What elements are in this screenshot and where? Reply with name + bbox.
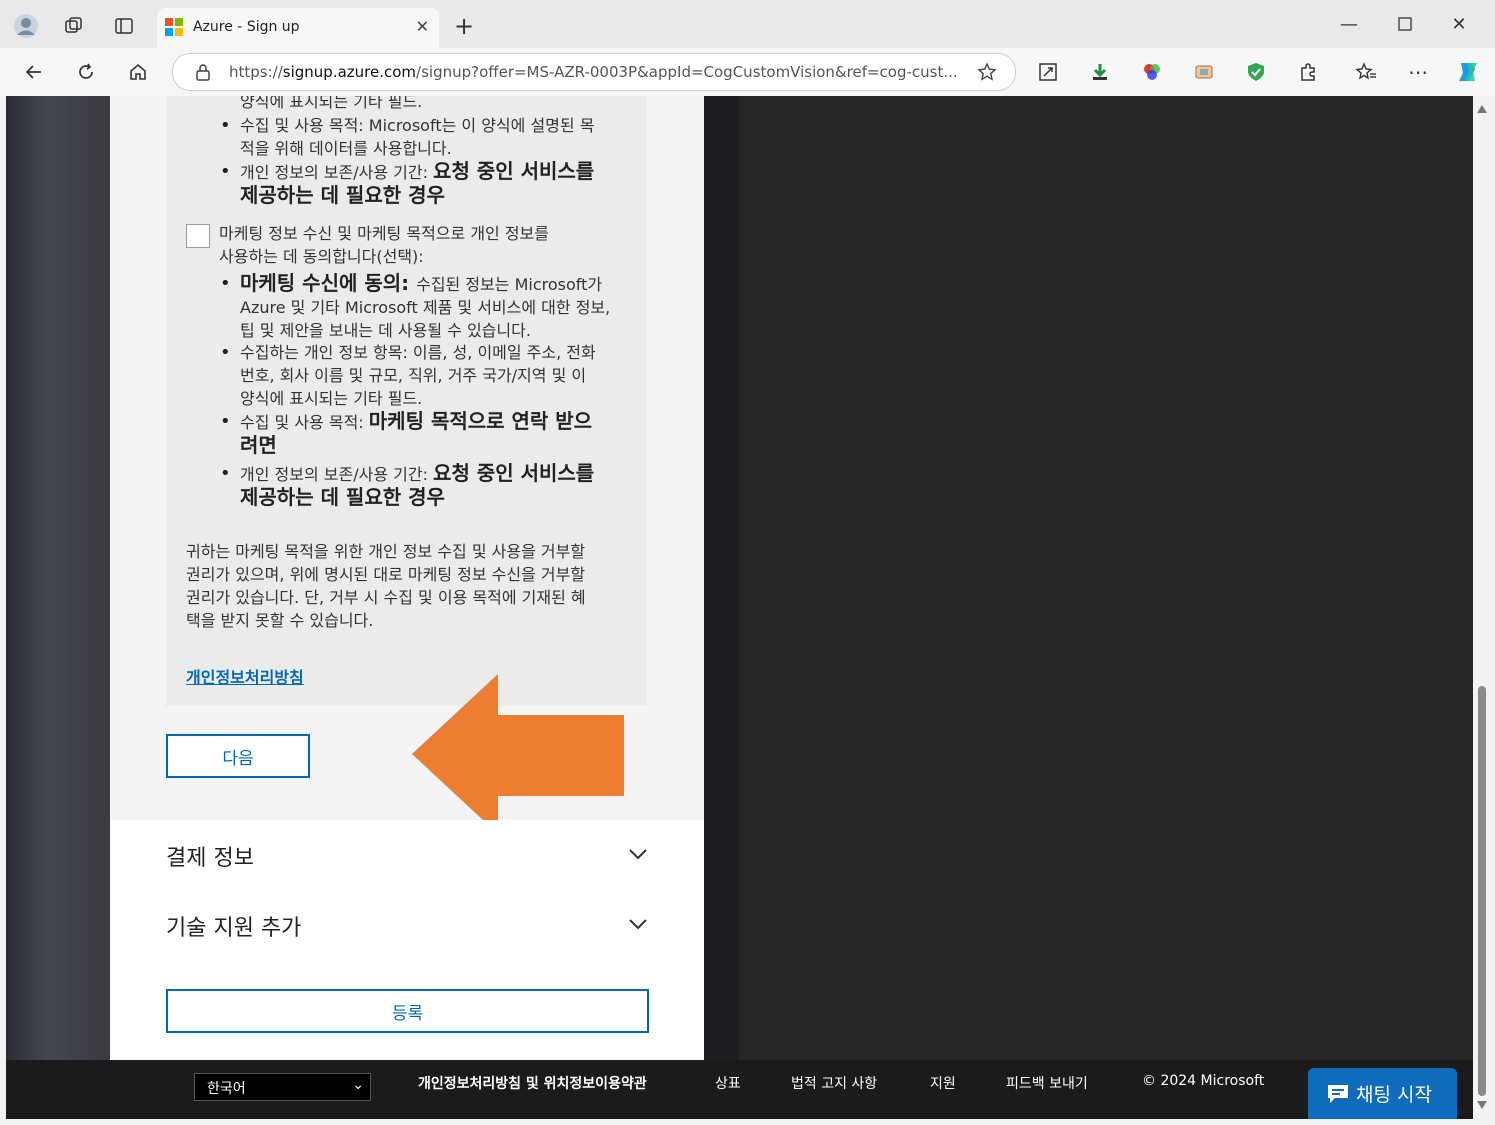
footer-link-support[interactable]: 지원 bbox=[930, 1073, 956, 1093]
page-background-left bbox=[6, 96, 110, 1060]
tech-support-heading[interactable]: 기술 지원 추가 bbox=[166, 910, 301, 942]
chat-bubble-icon bbox=[1328, 1084, 1348, 1103]
extensions-icon[interactable] bbox=[1296, 60, 1320, 84]
register-button[interactable]: 등록 bbox=[166, 989, 649, 1033]
marketing-bullet-purpose: 수집 및 사용 목적: 마케팅 목적으로 연락 받으려면 bbox=[220, 410, 640, 458]
marketing-bullet-consent: 마케팅 수신에 동의: 수집된 정보는 Microsoft가Azure 및 기타… bbox=[220, 272, 640, 342]
chevron-down-icon: ⌄ bbox=[352, 1077, 364, 1093]
close-tab-icon[interactable]: ✕ bbox=[416, 17, 429, 36]
refresh-icon[interactable] bbox=[74, 60, 98, 84]
scroll-up-arrow-icon[interactable] bbox=[1476, 104, 1488, 114]
footer-link-feedback[interactable]: 피드백 보내기 bbox=[1006, 1073, 1088, 1093]
vertical-scrollbar[interactable] bbox=[1473, 96, 1495, 1119]
window-controls: — ✕ bbox=[1325, 0, 1495, 48]
immersive-reader-icon[interactable] bbox=[1036, 60, 1060, 84]
consent-text-top: 양식에 표시되는 기타 필드. bbox=[240, 96, 423, 111]
chevron-down-icon[interactable] bbox=[628, 844, 648, 864]
tab-actions-icon[interactable] bbox=[112, 14, 136, 38]
footer-link-legal[interactable]: 법적 고지 사항 bbox=[791, 1073, 877, 1093]
footer-copyright: © 2024 Microsoft bbox=[1142, 1073, 1265, 1089]
footer-link-privacy[interactable]: 개인정보처리방침 및 위치정보이용약관 bbox=[418, 1073, 647, 1093]
consent-bullet-retention: 개인 정보의 보존/사용 기간: 요청 중인 서비스를제공하는 데 필요한 경우 bbox=[220, 160, 640, 208]
home-icon[interactable] bbox=[126, 60, 150, 84]
workspaces-icon[interactable] bbox=[62, 14, 86, 38]
tab-title: Azure - Sign up bbox=[193, 19, 300, 35]
scrollbar-thumb[interactable] bbox=[1478, 686, 1486, 1096]
new-tab-icon[interactable]: + bbox=[452, 12, 476, 40]
marketing-consent-checkbox[interactable] bbox=[186, 224, 210, 248]
navigation-bar: https://signup.azure.com/signup?offer=MS… bbox=[0, 48, 1495, 96]
accordion-section: 결제 정보 기술 지원 추가 등록 bbox=[110, 820, 704, 1060]
shield-icon[interactable] bbox=[1244, 60, 1268, 84]
minimize-icon[interactable]: — bbox=[1337, 12, 1361, 36]
profile-avatar[interactable] bbox=[12, 12, 40, 40]
next-button[interactable]: 다음 bbox=[166, 734, 310, 778]
privacy-consent-panel: 양식에 표시되는 기타 필드. 수집 및 사용 목적: Microsoft는 이… bbox=[166, 96, 647, 706]
address-bar[interactable]: https://signup.azure.com/signup?offer=MS… bbox=[172, 53, 1016, 91]
footer-link-trademarks[interactable]: 상표 bbox=[715, 1073, 741, 1093]
color-picker-icon[interactable] bbox=[1140, 60, 1164, 84]
screenshot-extension-icon[interactable] bbox=[1192, 60, 1216, 84]
maximize-icon[interactable] bbox=[1393, 12, 1417, 36]
more-menu-icon[interactable]: ⋯ bbox=[1406, 60, 1430, 84]
chevron-down-icon[interactable] bbox=[628, 914, 648, 934]
chat-start-button[interactable]: 채팅 시작 bbox=[1308, 1068, 1457, 1119]
marketing-bullet-retention: 개인 정보의 보존/사용 기간: 요청 중인 서비스를제공하는 데 필요한 경우 bbox=[220, 462, 640, 510]
url-text[interactable]: https://signup.azure.com/signup?offer=MS… bbox=[229, 63, 959, 81]
favorites-icon[interactable] bbox=[1354, 60, 1378, 84]
signup-form-column: 양식에 표시되는 기타 필드. 수집 및 사용 목적: Microsoft는 이… bbox=[110, 96, 704, 1060]
microsoft-logo-icon bbox=[165, 18, 183, 36]
marketing-bullet-items: 수집하는 개인 정보 항목: 이름, 성, 이메일 주소, 전화번호, 회사 이… bbox=[220, 341, 640, 410]
close-window-icon[interactable]: ✕ bbox=[1447, 12, 1471, 36]
favorite-star-icon[interactable] bbox=[975, 60, 999, 84]
back-icon[interactable] bbox=[22, 60, 46, 84]
refusal-notice: 귀하는 마케팅 목적을 위한 개인 정보 수집 및 사용을 거부할 권리가 있으며… bbox=[186, 542, 586, 630]
lock-icon[interactable] bbox=[193, 62, 213, 82]
tab-strip: Azure - Sign up ✕ + — ✕ bbox=[0, 0, 1495, 48]
tab-azure-signup[interactable]: Azure - Sign up ✕ bbox=[157, 8, 439, 48]
payment-info-heading[interactable]: 결제 정보 bbox=[166, 840, 254, 872]
copilot-icon[interactable] bbox=[1454, 58, 1482, 86]
page-background-divider bbox=[704, 96, 739, 1060]
page-viewport: 양식에 표시되는 기타 필드. 수집 및 사용 목적: Microsoft는 이… bbox=[6, 96, 1473, 1119]
marketing-consent-label: 마케팅 정보 수신 및 마케팅 목적으로 개인 정보를 사용하는 데 동의합니다(… bbox=[219, 224, 550, 266]
language-select[interactable]: 한국어 ⌄ bbox=[194, 1073, 371, 1101]
privacy-policy-link[interactable]: 개인정보처리방침 bbox=[186, 664, 304, 688]
download-extension-icon[interactable] bbox=[1088, 60, 1112, 84]
page-background-right bbox=[739, 96, 1473, 1060]
browser-chrome: Azure - Sign up ✕ + — ✕ https://signup.a… bbox=[0, 0, 1495, 96]
consent-bullet-purpose: 수집 및 사용 목적: Microsoft는 이 양식에 설명된 목적을 위해 … bbox=[220, 114, 640, 160]
orange-arrow-annotation bbox=[412, 674, 624, 834]
scroll-down-arrow-icon[interactable] bbox=[1476, 1100, 1488, 1110]
window-bottom-border bbox=[0, 1119, 1495, 1125]
page-footer: 한국어 ⌄ 개인정보처리방침 및 위치정보이용약관 상표 법적 고지 사항 지원… bbox=[6, 1060, 1473, 1119]
